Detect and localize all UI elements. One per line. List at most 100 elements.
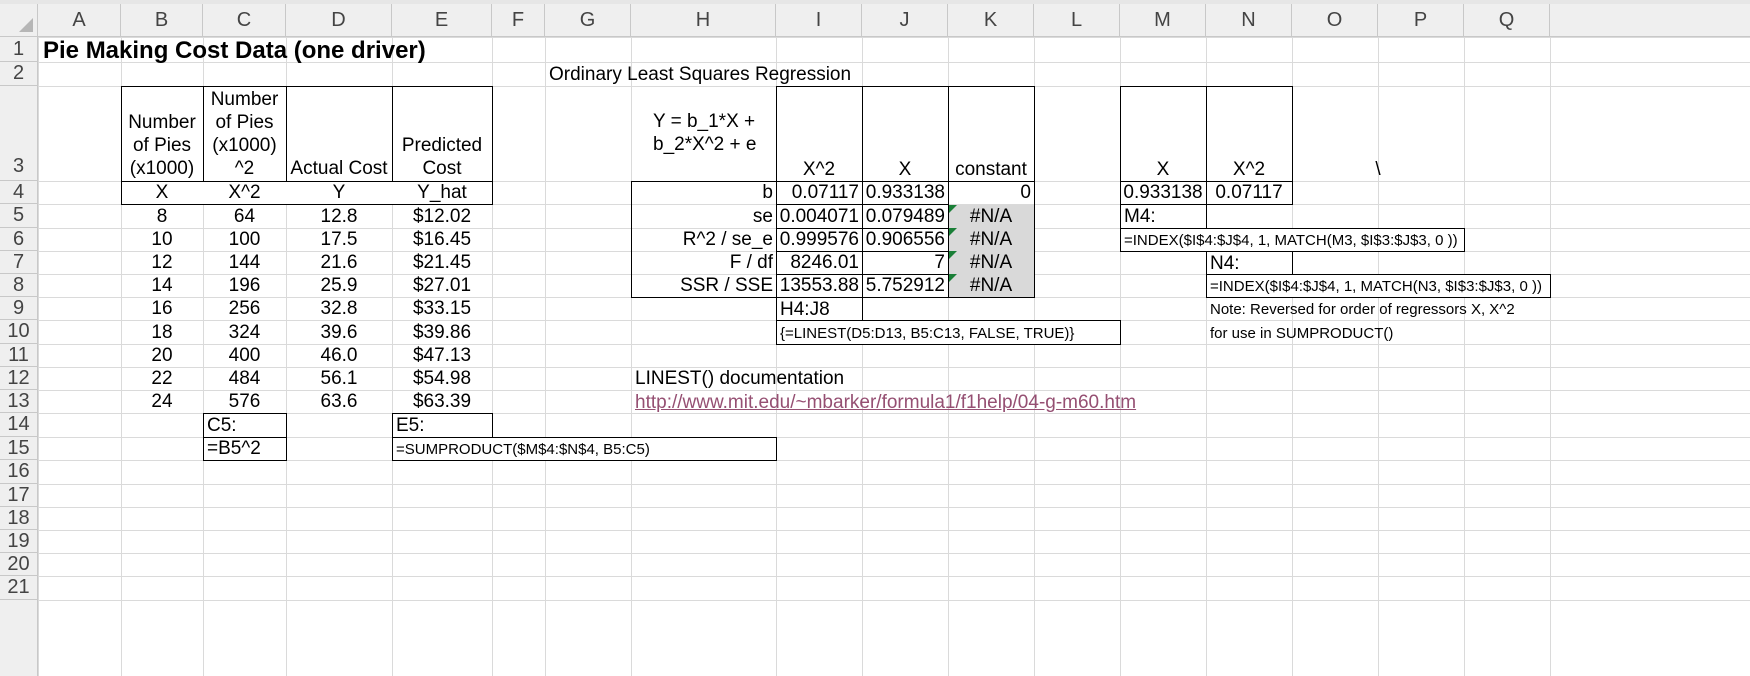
regression-value[interactable]: 0.999576 (776, 228, 862, 251)
linest-doc-link[interactable]: http://www.mit.edu/~mbarker/formula1/f1h… (632, 391, 1139, 414)
data-cell[interactable]: 576 (203, 390, 286, 413)
data-cell[interactable]: $54.98 (392, 367, 492, 390)
column-header-d[interactable]: D (286, 4, 392, 37)
data-cell[interactable]: 20 (121, 344, 203, 367)
regression-value[interactable]: 13553.88 (776, 274, 862, 297)
data-cell[interactable]: 56.1 (286, 367, 392, 390)
reordered-value-x2[interactable]: 0.07117 (1206, 181, 1292, 204)
data-cell[interactable]: 16 (121, 297, 203, 320)
note-c5-label[interactable]: C5: (204, 414, 240, 437)
data-cell[interactable]: $47.13 (392, 344, 492, 367)
data-cell[interactable]: 25.9 (286, 274, 392, 297)
data-cell[interactable]: 63.6 (286, 390, 392, 413)
ols-title[interactable]: Ordinary Least Squares Regression (545, 63, 854, 86)
header-number-of-pies-squared[interactable]: Number of Pies (x1000) ^2 (203, 86, 286, 181)
row-header[interactable]: 7 (0, 251, 38, 274)
data-cell[interactable]: 17.5 (286, 228, 392, 251)
row-header[interactable]: 18 (0, 507, 38, 530)
data-cell[interactable]: $27.01 (392, 274, 492, 297)
stray-backslash[interactable]: \ (1292, 158, 1464, 181)
note-reversed-order[interactable]: Note: Reversed for order of regressors X… (1207, 298, 1518, 320)
data-cell[interactable]: 39.6 (286, 321, 392, 344)
note-linest-formula[interactable]: {=LINEST(D5:D13, B5:C13, FALSE, TRUE)} (777, 322, 1077, 344)
reordered-col-x2[interactable]: X^2 (1206, 158, 1292, 181)
regression-row-label[interactable]: R^2 / se_e (631, 228, 776, 251)
regression-value[interactable]: 0.07117 (776, 181, 862, 204)
data-cell[interactable]: 22 (121, 367, 203, 390)
data-cell[interactable]: 21.6 (286, 251, 392, 274)
data-cell[interactable]: $16.45 (392, 228, 492, 251)
data-cell[interactable]: 18 (121, 321, 203, 344)
sheet-title[interactable]: Pie Making Cost Data (one driver) (40, 37, 429, 64)
note-m4-label[interactable]: M4: (1121, 205, 1159, 228)
note-n4-label[interactable]: N4: (1207, 252, 1243, 274)
regression-na[interactable]: #N/A (948, 205, 1034, 228)
column-header-k[interactable]: K (948, 4, 1034, 37)
row-header[interactable]: 6 (0, 228, 38, 251)
subheader-y[interactable]: Y (286, 181, 392, 204)
regression-value[interactable]: 0.933138 (862, 181, 948, 204)
column-header-h[interactable]: H (631, 4, 776, 37)
select-all-corner[interactable] (0, 4, 38, 37)
data-cell[interactable]: 64 (203, 205, 286, 228)
regression-equation[interactable]: Y = b_1*X + b_2*X^2 + e (650, 110, 775, 160)
subheader-y-hat[interactable]: Y_hat (392, 181, 492, 204)
subheader-x2[interactable]: X^2 (203, 181, 286, 204)
regression-value[interactable]: 0.004071 (776, 205, 862, 228)
regression-value[interactable]: 7 (862, 251, 948, 274)
regression-col-x[interactable]: X (862, 158, 948, 181)
data-cell[interactable]: 144 (203, 251, 286, 274)
column-header-o[interactable]: O (1292, 4, 1378, 37)
row-header[interactable]: 1 (0, 37, 38, 62)
row-header[interactable]: 12 (0, 367, 38, 390)
data-cell[interactable]: 256 (203, 297, 286, 320)
column-header-a[interactable]: A (38, 4, 121, 37)
regression-col-x2[interactable]: X^2 (776, 158, 862, 181)
regression-row-label[interactable]: SSR / SSE (631, 274, 776, 297)
data-cell[interactable]: $21.45 (392, 251, 492, 274)
regression-value[interactable]: 0 (948, 181, 1034, 204)
regression-na[interactable]: #N/A (948, 228, 1034, 251)
subheader-x[interactable]: X (121, 181, 203, 204)
row-header[interactable]: 5 (0, 204, 38, 228)
row-header[interactable]: 2 (0, 62, 38, 86)
regression-na[interactable]: #N/A (948, 251, 1034, 274)
header-actual-cost[interactable]: Actual Cost (286, 86, 392, 181)
row-header[interactable]: 14 (0, 413, 38, 437)
data-cell[interactable]: 32.8 (286, 297, 392, 320)
note-e5-label[interactable]: E5: (393, 414, 428, 437)
regression-row-label[interactable]: se (631, 205, 776, 228)
row-header[interactable]: 13 (0, 390, 38, 413)
regression-value[interactable]: 0.079489 (862, 205, 948, 228)
data-cell[interactable]: 46.0 (286, 344, 392, 367)
data-cell[interactable]: 100 (203, 228, 286, 251)
note-sumproduct-use[interactable]: for use in SUMPRODUCT() (1207, 322, 1396, 344)
regression-value[interactable]: 8246.01 (776, 251, 862, 274)
row-header[interactable]: 16 (0, 460, 38, 484)
data-cell[interactable]: 10 (121, 228, 203, 251)
data-cell[interactable]: $33.15 (392, 297, 492, 320)
row-header[interactable]: 8 (0, 274, 38, 297)
note-c5-formula[interactable]: =B5^2 (204, 437, 264, 460)
row-header[interactable]: 4 (0, 181, 38, 204)
row-header[interactable]: 3 (0, 86, 38, 181)
column-header-q[interactable]: Q (1464, 4, 1550, 37)
data-cell[interactable]: 324 (203, 321, 286, 344)
row-header[interactable]: 19 (0, 530, 38, 553)
column-header-b[interactable]: B (121, 4, 203, 37)
reordered-value-x[interactable]: 0.933138 (1120, 181, 1206, 204)
row-header[interactable]: 11 (0, 344, 38, 367)
column-header-g[interactable]: G (545, 4, 631, 37)
column-header-p[interactable]: P (1378, 4, 1464, 37)
regression-value[interactable]: 5.752912 (862, 274, 948, 297)
column-header-e[interactable]: E (392, 4, 492, 37)
regression-value[interactable]: 0.906556 (862, 228, 948, 251)
reordered-col-x[interactable]: X (1120, 158, 1206, 181)
column-header-j[interactable]: J (862, 4, 948, 37)
linest-doc-label[interactable]: LINEST() documentation (632, 367, 847, 390)
row-header[interactable]: 9 (0, 297, 38, 320)
note-e5-formula[interactable]: =SUMPRODUCT($M$4:$N$4, B5:C5) (393, 438, 653, 460)
data-cell[interactable]: 484 (203, 367, 286, 390)
regression-na[interactable]: #N/A (948, 274, 1034, 297)
row-header[interactable]: 17 (0, 484, 38, 507)
